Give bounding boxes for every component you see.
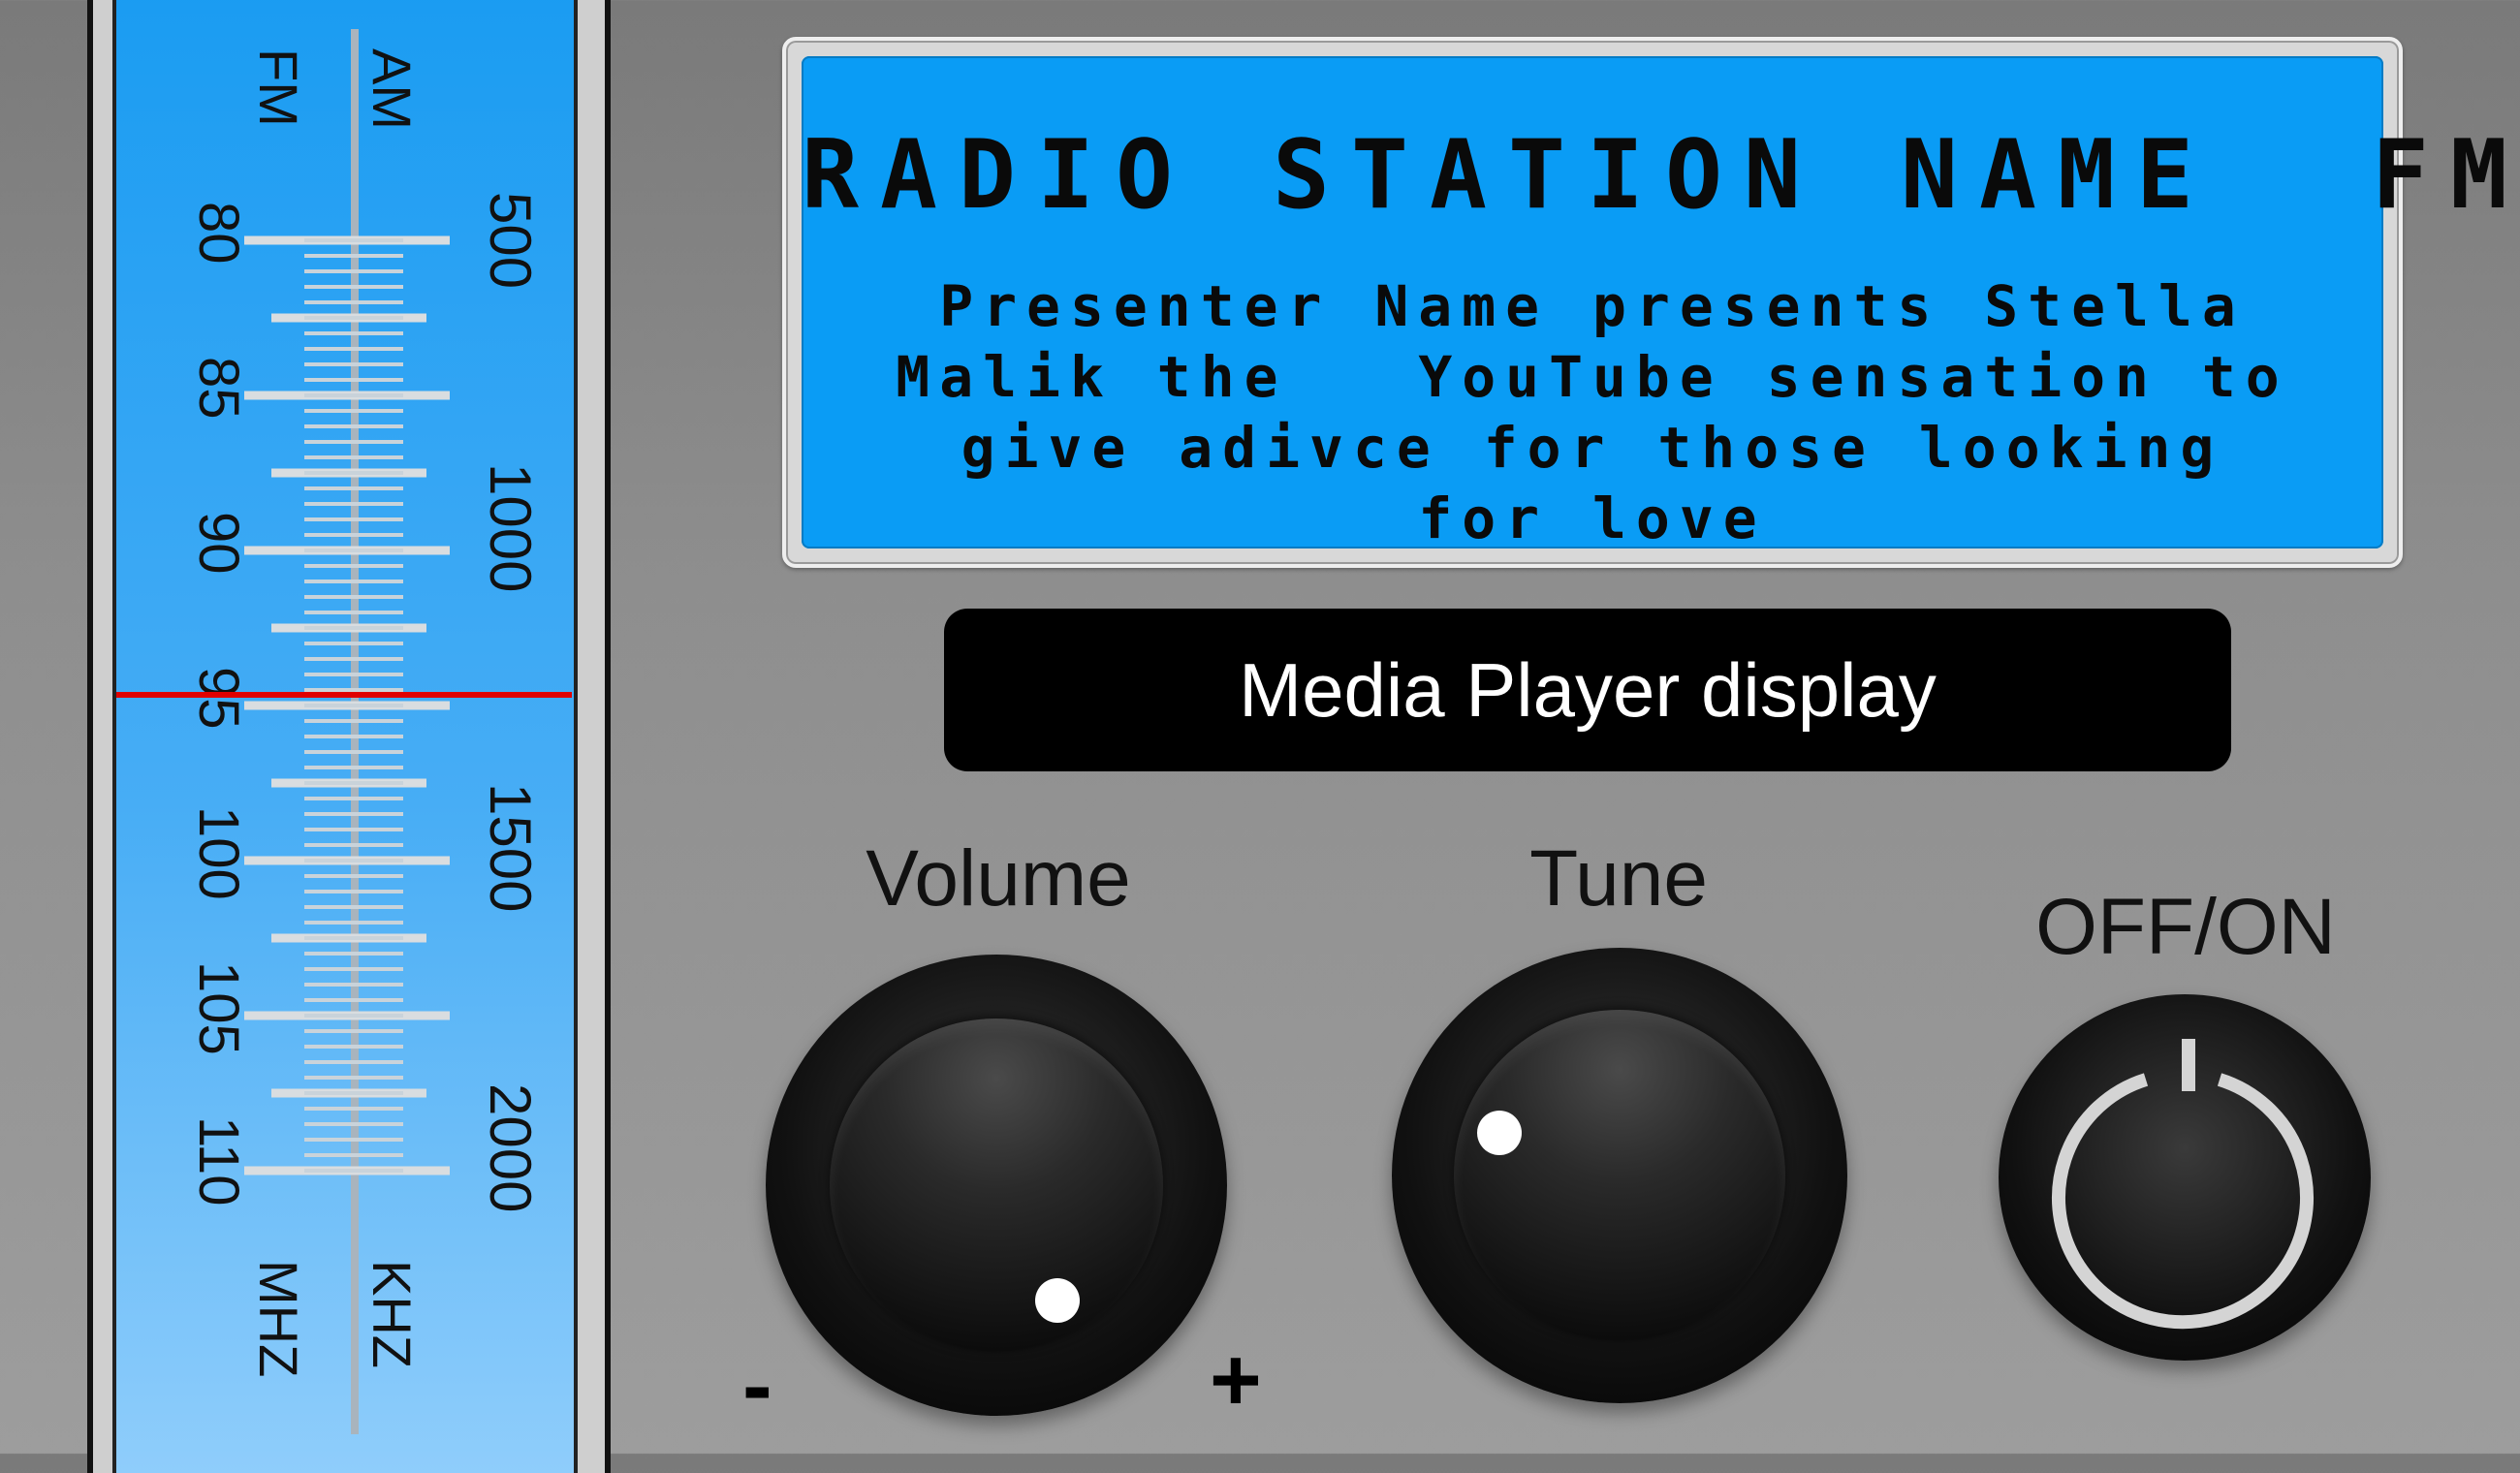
am-scale-label: 500 bbox=[478, 192, 543, 289]
tune-label: Tune bbox=[1529, 834, 1708, 923]
am-scale-label: 1000 bbox=[478, 463, 543, 592]
am-scale-label: 1500 bbox=[478, 783, 543, 912]
fm-scale-label: 110 bbox=[187, 1116, 250, 1206]
fm-band-label: FM bbox=[248, 48, 309, 127]
media-player-label: Media Player display bbox=[1239, 646, 1937, 733]
power-icon bbox=[2052, 1039, 2314, 1330]
tune-knob[interactable] bbox=[1392, 948, 1847, 1403]
lcd-screen: RADIO STATION NAME FM Presenter Name pre… bbox=[802, 56, 2520, 551]
tune-knob-cap bbox=[1454, 1010, 1785, 1341]
media-player-display[interactable]: Media Player display bbox=[944, 609, 2231, 771]
fm-scale-label: 100 bbox=[187, 806, 250, 900]
volume-min-label: - bbox=[742, 1336, 772, 1435]
am-unit-label: KHZ bbox=[362, 1260, 423, 1368]
power-label: OFF/ON bbox=[2035, 883, 2336, 971]
volume-knob-cap bbox=[830, 1019, 1163, 1352]
tune-indicator-dot bbox=[1477, 1111, 1522, 1155]
tuning-dial: FM AM MHZ KHZ 80 85 90 95 100 105 110 500 1000 1… bbox=[87, 0, 611, 1473]
fm-unit-label: MHZ bbox=[248, 1260, 309, 1377]
power-button[interactable] bbox=[1999, 994, 2371, 1361]
fm-scale-label: 90 bbox=[187, 512, 250, 575]
fm-scale-label: 80 bbox=[187, 202, 250, 265]
fm-scale-label: 95 bbox=[187, 667, 250, 730]
fm-scale-label: 105 bbox=[187, 961, 250, 1055]
volume-indicator-dot bbox=[1035, 1278, 1080, 1323]
am-scale-label: 2000 bbox=[478, 1083, 543, 1212]
dial-scale-graphics: FM AM MHZ KHZ 80 85 90 95 100 105 110 500 1000 1… bbox=[116, 29, 572, 1434]
volume-knob[interactable] bbox=[766, 955, 1227, 1416]
dial-ticks bbox=[244, 235, 450, 1175]
volume-label: Volume bbox=[866, 834, 1131, 923]
volume-max-label: + bbox=[1210, 1331, 1262, 1429]
now-playing-text: Presenter Name presents Stella Malik the… bbox=[896, 273, 2289, 551]
lcd-frame: RADIO STATION NAME FM Presenter Name pre… bbox=[782, 37, 2520, 568]
station-name: RADIO STATION NAME FM bbox=[802, 120, 2520, 231]
fm-scale-label: 85 bbox=[187, 357, 250, 420]
am-band-label: AM bbox=[362, 48, 423, 130]
tuning-dial-scale: FM AM MHZ KHZ 80 85 90 95 100 105 110 500 1000 1… bbox=[112, 0, 578, 1473]
